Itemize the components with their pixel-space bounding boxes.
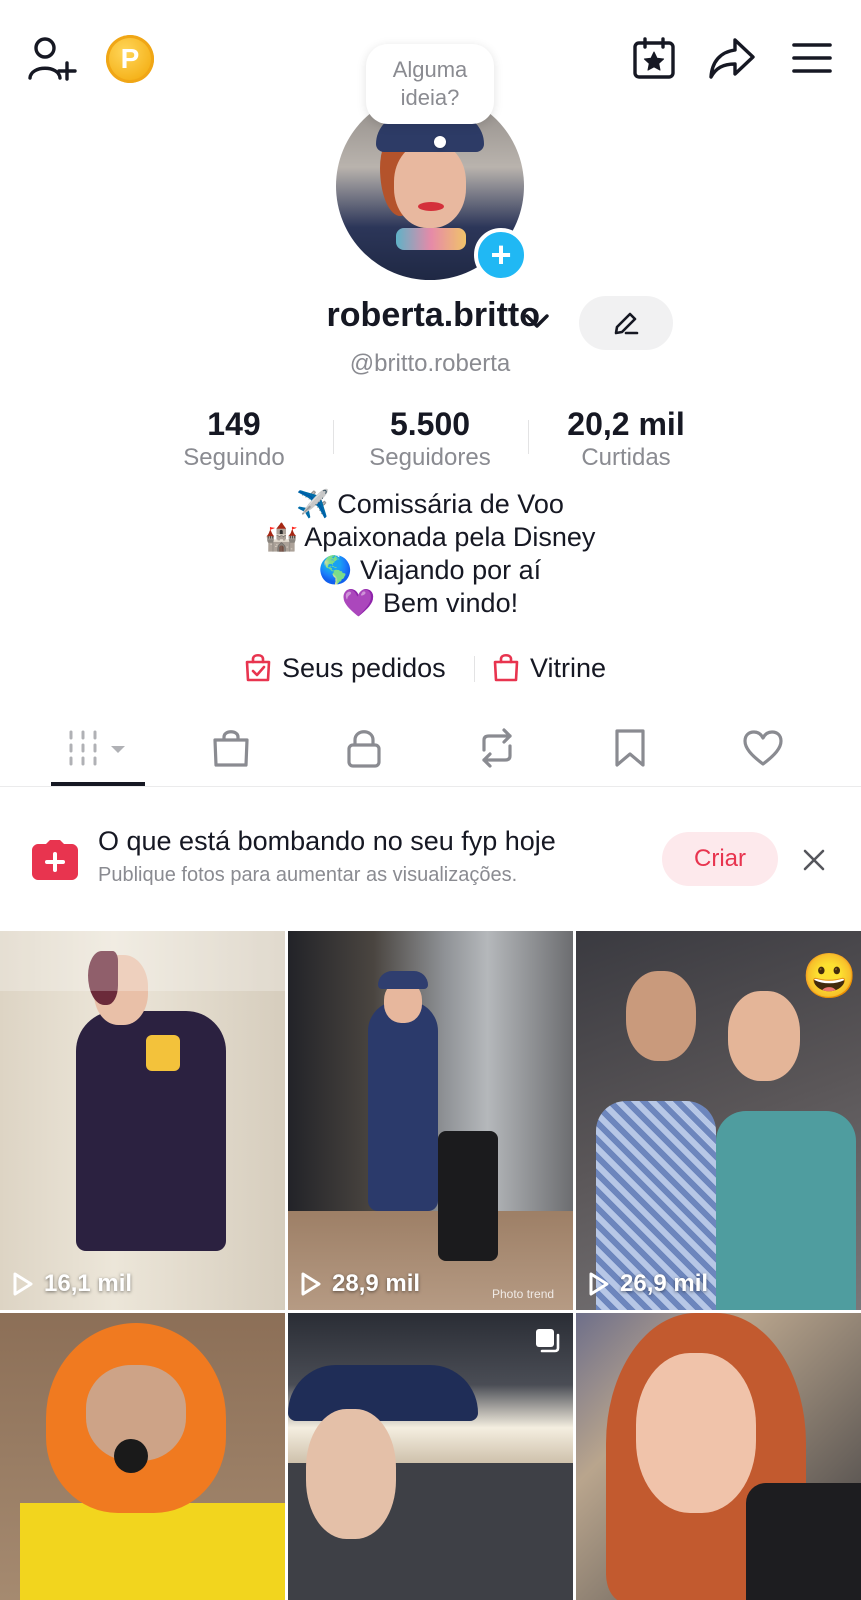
valve-shape (114, 1439, 148, 1473)
avatar-lips-shape (418, 202, 444, 211)
stat-following[interactable]: 149 Seguindo (136, 404, 332, 472)
menu-icon (792, 43, 832, 73)
banner-subtitle: Publique fotos para aumentar as visualiz… (98, 864, 518, 886)
stat-followers-label: Seguidores (369, 444, 491, 471)
avatar-face-shape (394, 142, 466, 228)
play-icon (301, 1272, 321, 1296)
shopping-bag-icon (213, 730, 249, 767)
stat-likes[interactable]: 20,2 mil Curtidas (528, 404, 724, 472)
video-thumbnail[interactable]: 😀 26,9 mil (576, 931, 861, 1310)
bio-line: 🏰 Apaixonada pela Disney (264, 522, 596, 552)
face-shape (626, 971, 696, 1061)
shirt-shape (20, 1503, 285, 1600)
tabs-divider (0, 786, 861, 787)
view-count: 16,1 mil (12, 1270, 132, 1298)
play-icon (589, 1272, 609, 1296)
tab-videos[interactable] (33, 716, 163, 780)
calendar-button[interactable] (626, 32, 682, 84)
stat-following-value: 149 (207, 406, 261, 442)
profile-tabs (0, 716, 861, 786)
suitcase-shape (438, 1131, 498, 1261)
avatar-scarf-shape (396, 228, 466, 250)
view-count: 28,9 mil (300, 1270, 420, 1298)
idea-bubble-line2: ideia? (400, 85, 460, 110)
video-thumbnail[interactable] (0, 1313, 285, 1600)
link-divider (474, 656, 475, 682)
idea-bubble-line1: Alguma (392, 57, 468, 82)
stat-following-label: Seguindo (183, 444, 285, 471)
add-friend-button[interactable] (24, 32, 80, 84)
shopping-bag-check-icon (245, 653, 271, 682)
uniform-shape (368, 1001, 438, 1211)
repost-icon (482, 728, 512, 768)
chevron-down-icon (525, 314, 549, 328)
play-icon (13, 1272, 33, 1296)
showcase-link-label: Vitrine (530, 652, 607, 683)
pencil-icon (614, 312, 639, 335)
username: @britto.roberta (349, 350, 511, 377)
tab-liked[interactable] (698, 716, 828, 780)
view-count: 26,9 mil (588, 1270, 708, 1298)
edit-profile-button[interactable] (579, 296, 673, 350)
add-photo-icon (32, 840, 78, 880)
watermark-text: Photo trend (492, 1287, 555, 1301)
video-thumbnail[interactable]: Photo trend 28,9 mil (288, 931, 573, 1310)
multi-photo-icon (536, 1329, 560, 1353)
video-thumbnail[interactable]: 16,1 mil (0, 931, 285, 1310)
bio-line: ✈️ Comissária de Voo (296, 489, 564, 519)
stat-likes-label: Curtidas (581, 444, 671, 471)
video-thumbnail[interactable] (576, 1313, 861, 1600)
pilot-hat-shape (288, 1365, 478, 1421)
share-icon (709, 38, 755, 79)
idea-bubble[interactable]: Alguma ideia? (366, 44, 494, 124)
bio-line: 💜 Bem vindo! (341, 588, 519, 618)
hat-shape (378, 971, 428, 989)
create-button[interactable]: Criar (662, 832, 778, 886)
face-shape (306, 1409, 396, 1539)
tab-saved[interactable] (565, 716, 695, 780)
face-shape (728, 991, 800, 1081)
shopping-bag-icon (493, 653, 519, 682)
showcase-link[interactable]: Vitrine (492, 648, 606, 688)
calendar-star-icon (633, 37, 675, 79)
account-switcher-button[interactable] (522, 306, 552, 336)
display-name[interactable]: roberta.britto (240, 296, 540, 335)
bookmark-icon (615, 729, 645, 767)
view-count-label: 16,1 mil (44, 1270, 133, 1297)
banner-title: O que está bombando no seu fyp hoje (98, 826, 556, 856)
heart-icon (743, 730, 783, 766)
view-count-label: 26,9 mil (620, 1270, 709, 1297)
orders-link-label: Seus pedidos (282, 652, 446, 683)
view-count-label: 28,9 mil (332, 1270, 421, 1297)
tab-reposts[interactable] (432, 716, 562, 780)
bio: ✈️ Comissária de Voo 🏰 Apaixonada pela D… (130, 488, 730, 620)
stat-followers[interactable]: 5.500 Seguidores (332, 404, 528, 472)
face-shape (636, 1353, 756, 1513)
stat-likes-value: 20,2 mil (567, 406, 685, 442)
video-thumbnail[interactable] (288, 1313, 573, 1600)
bio-line: 🌎 Viajando por aí (318, 555, 542, 585)
videos-grid-icon (69, 730, 125, 766)
dress-shape (716, 1111, 856, 1310)
share-profile-button[interactable] (704, 32, 760, 84)
tab-private[interactable] (299, 716, 429, 780)
menu-button[interactable] (784, 32, 840, 84)
emoji-sticker: 😀 (802, 952, 857, 1001)
idea-bubble-tail (434, 136, 446, 148)
add-story-button[interactable]: + (474, 228, 528, 282)
close-icon (803, 849, 825, 871)
lock-icon (347, 730, 381, 768)
jacket-shape (746, 1483, 861, 1600)
oxygen-mask-shape (146, 1035, 180, 1071)
add-friend-icon (28, 37, 77, 81)
banner-close-button[interactable] (796, 842, 832, 878)
stat-followers-value: 5.500 (389, 406, 471, 442)
tab-shop[interactable] (166, 716, 296, 780)
points-coin-icon[interactable]: P (106, 35, 154, 83)
orders-link[interactable]: Seus pedidos (244, 648, 446, 688)
curtain-shape (0, 931, 285, 991)
